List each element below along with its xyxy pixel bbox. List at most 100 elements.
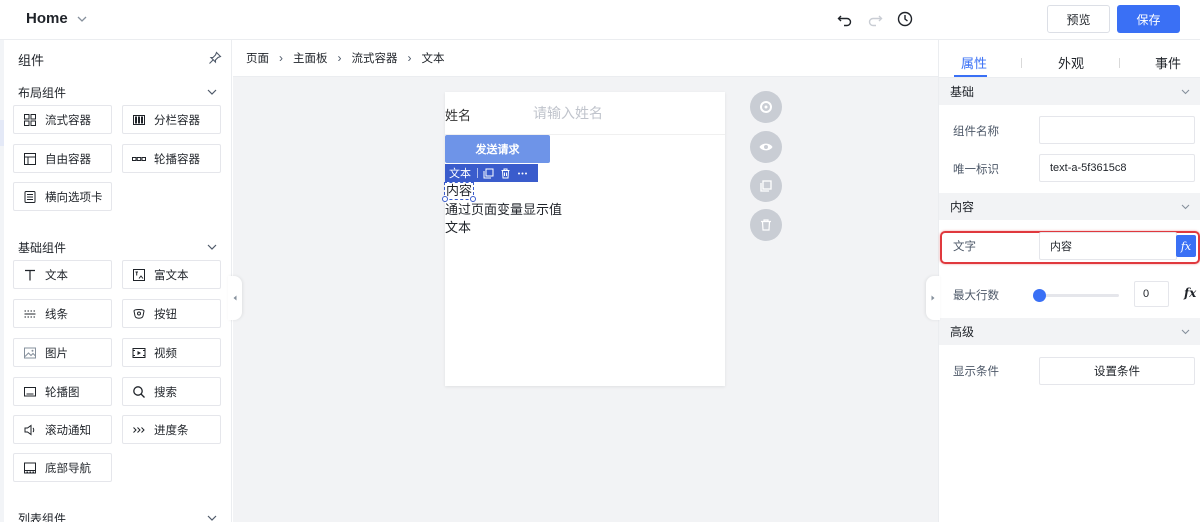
component-divider[interactable]: 线条 bbox=[13, 299, 112, 328]
component-progress-bar[interactable]: 进度条 bbox=[122, 415, 221, 444]
component-search[interactable]: 搜索 bbox=[122, 377, 221, 406]
chevron-down-icon bbox=[1181, 204, 1190, 210]
breadcrumb-item-page[interactable]: 页面 bbox=[246, 50, 269, 66]
slideshow-icon bbox=[24, 386, 36, 396]
copy-icon[interactable] bbox=[483, 168, 494, 179]
save-button[interactable]: 保存 bbox=[1117, 5, 1180, 33]
component-rich-text[interactable]: 富文本 bbox=[122, 260, 221, 289]
text-label: 文字 bbox=[953, 241, 976, 253]
component-image[interactable]: 图片 bbox=[13, 338, 112, 367]
bottom-nav-icon bbox=[24, 462, 36, 473]
delete-float-button[interactable] bbox=[750, 209, 782, 241]
design-canvas: 页面 › 主面板 › 流式容器 › 文本 姓名 请输入姓名 发送请求 文本 内容… bbox=[233, 40, 938, 522]
page-switcher[interactable]: Home bbox=[26, 10, 88, 27]
section-title-list: 列表组件 bbox=[18, 512, 67, 522]
chevron-down-icon[interactable] bbox=[206, 241, 218, 253]
text-input[interactable]: 内容 bbox=[1039, 232, 1177, 260]
carousel-dots-icon bbox=[132, 156, 146, 161]
settings-float-button[interactable] bbox=[750, 91, 782, 123]
unique-id-label: 唯一标识 bbox=[953, 164, 999, 176]
chevron-down-icon bbox=[1181, 89, 1190, 95]
trash-icon bbox=[761, 219, 771, 231]
component-text[interactable]: 文本 bbox=[13, 260, 112, 289]
copy-icon bbox=[760, 180, 772, 192]
preview-button[interactable]: 预览 bbox=[1047, 5, 1110, 33]
component-free-container[interactable]: 自由容器 bbox=[13, 144, 112, 173]
text-component[interactable]: 通过页面变量显示值 bbox=[445, 202, 562, 218]
redo-icon[interactable] bbox=[866, 10, 884, 28]
section-title-layout: 布局组件 bbox=[18, 86, 67, 100]
trash-icon[interactable] bbox=[500, 168, 511, 179]
property-tabs: 属性 外观 事件 bbox=[939, 40, 1200, 78]
speaker-icon bbox=[24, 424, 35, 435]
phone-preview: 姓名 请输入姓名 发送请求 文本 内容 通过页面变量显示值 文本 bbox=[441, 92, 725, 386]
chevron-right-icon: › bbox=[337, 51, 342, 65]
chevron-down-icon[interactable] bbox=[206, 86, 218, 98]
undo-icon[interactable] bbox=[836, 10, 854, 28]
columns-icon bbox=[133, 114, 145, 125]
section-title-basic: 基础组件 bbox=[18, 241, 67, 255]
slider-handle[interactable] bbox=[1033, 289, 1046, 302]
selection-toolbar: 文本 bbox=[445, 164, 538, 182]
component-scroll-notice[interactable]: 滚动通知 bbox=[13, 415, 112, 444]
page-title: Home bbox=[26, 10, 68, 27]
search-icon bbox=[133, 385, 145, 398]
selected-text-component[interactable]: 内容 bbox=[441, 182, 477, 202]
active-tab-indicator bbox=[954, 75, 987, 77]
group-advanced[interactable]: 高级 bbox=[939, 318, 1200, 345]
top-bar: Home 预览 保存 bbox=[0, 0, 1200, 40]
activity-strip-marker bbox=[0, 120, 4, 146]
name-input[interactable]: 请输入姓名 bbox=[533, 103, 603, 123]
tab-appearance[interactable]: 外观 bbox=[1058, 53, 1084, 72]
rich-text-icon bbox=[133, 268, 145, 281]
display-condition-label: 显示条件 bbox=[953, 366, 999, 378]
text-component[interactable]: 文本 bbox=[445, 220, 471, 236]
chevron-down-icon bbox=[77, 16, 87, 22]
eye-icon bbox=[759, 143, 773, 151]
collapse-left-panel[interactable] bbox=[228, 276, 242, 320]
breadcrumb-item-text[interactable]: 文本 bbox=[422, 50, 445, 66]
progress-icon bbox=[133, 426, 145, 433]
panel-title: 组件 bbox=[18, 53, 45, 68]
chevron-right-icon: › bbox=[279, 51, 283, 65]
pin-icon[interactable] bbox=[208, 51, 222, 65]
unique-id-input[interactable]: text-a-5f3615c8 bbox=[1039, 154, 1195, 182]
max-lines-input[interactable]: 0 bbox=[1134, 281, 1169, 307]
text-icon bbox=[25, 269, 35, 280]
send-request-button[interactable]: 发送请求 bbox=[445, 135, 550, 163]
component-horizontal-tabs[interactable]: 横向选项卡 bbox=[13, 182, 112, 211]
component-video[interactable]: 视频 bbox=[122, 338, 221, 367]
tab-properties[interactable]: 属性 bbox=[961, 53, 987, 72]
tab-events[interactable]: 事件 bbox=[1155, 53, 1181, 72]
fx-button[interactable]: fx bbox=[1176, 235, 1196, 257]
component-flow-container[interactable]: 流式容器 bbox=[13, 105, 112, 134]
breadcrumb-item-flow-container[interactable]: 流式容器 bbox=[352, 50, 398, 66]
grid-icon bbox=[24, 113, 36, 126]
component-name-input[interactable] bbox=[1039, 116, 1195, 144]
collapse-right-panel[interactable] bbox=[926, 276, 940, 320]
group-basic[interactable]: 基础 bbox=[939, 78, 1200, 105]
fx-icon[interactable]: fx bbox=[1184, 286, 1196, 300]
set-condition-button[interactable]: 设置条件 bbox=[1039, 357, 1195, 385]
component-button[interactable]: 按钮 bbox=[122, 299, 221, 328]
breadcrumb-item-main-panel[interactable]: 主面板 bbox=[293, 50, 328, 66]
preview-float-button[interactable] bbox=[750, 131, 782, 163]
gear-icon bbox=[760, 101, 772, 113]
video-icon bbox=[132, 347, 146, 358]
history-icon[interactable] bbox=[896, 10, 914, 28]
group-content[interactable]: 内容 bbox=[939, 193, 1200, 220]
more-icon[interactable] bbox=[517, 168, 528, 179]
name-field-label: 姓名 bbox=[445, 108, 472, 123]
max-lines-slider[interactable] bbox=[1039, 294, 1119, 297]
breadcrumb: 页面 › 主面板 › 流式容器 › 文本 bbox=[233, 40, 938, 77]
component-name-label: 组件名称 bbox=[953, 126, 999, 138]
component-carousel-container[interactable]: 轮播容器 bbox=[122, 144, 221, 173]
selection-label: 文本 bbox=[449, 168, 471, 180]
chevron-down-icon[interactable] bbox=[206, 512, 218, 522]
copy-float-button[interactable] bbox=[750, 170, 782, 202]
component-bottom-nav[interactable]: 底部导航 bbox=[13, 453, 112, 482]
activity-strip bbox=[0, 40, 4, 522]
property-panel: 属性 外观 事件 基础 组件名称 唯一标识 text-a-5f3615c8 内容… bbox=[938, 40, 1200, 522]
component-column-container[interactable]: 分栏容器 bbox=[122, 105, 221, 134]
component-slideshow[interactable]: 轮播图 bbox=[13, 377, 112, 406]
